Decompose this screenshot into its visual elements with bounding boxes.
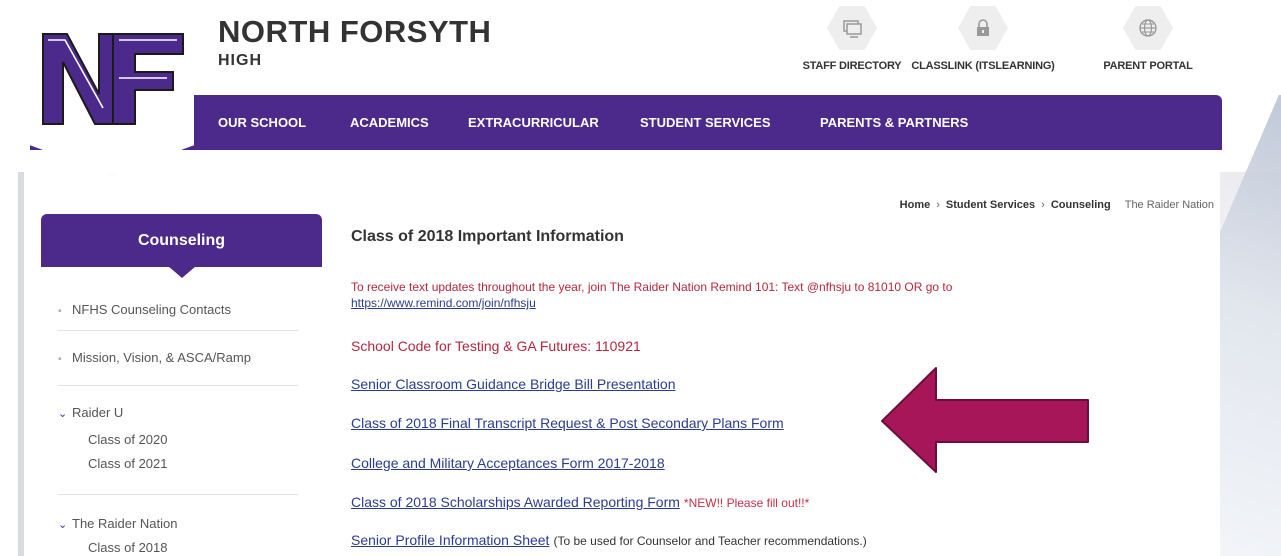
list-item: College and Military Acceptances Form 20… [351,455,665,471]
sidebar-item-label: Mission, Vision, & ASCA/Ramp [72,350,251,365]
bridge-bill-presentation-link[interactable]: Senior Classroom Guidance Bridge Bill Pr… [351,376,676,392]
annotation-arrow-icon [881,367,1089,473]
list-item: Class of 2018 Final Transcript Request &… [351,415,784,431]
nav-student-services[interactable]: STUDENT SERVICES [640,95,771,150]
breadcrumb: Home › Student Services › Counseling The Raid… [900,199,1214,211]
quick-link-parent-portal[interactable]: PARENT PORTAL [1096,4,1200,74]
directory-icon [827,6,877,50]
quick-link-label: STAFF DIRECTORY [802,60,902,72]
sidebar-divider [58,330,298,331]
sidebar-divider [58,385,298,386]
nav-parents-partners[interactable]: PARENTS & PARTNERS [820,95,968,150]
new-badge-text: *NEW!! Please fill out!!* [683,496,810,510]
sidebar-item-label: NFHS Counseling Contacts [72,302,231,317]
globe-icon [1123,6,1173,50]
sidebar-subitem-class-2020[interactable]: Class of 2020 [88,432,168,447]
scholarships-form-link[interactable]: Class of 2018 Scholarships Awarded Repor… [351,494,680,510]
school-logo[interactable] [30,10,194,175]
school-code-text: School Code for Testing & GA Futures: 11… [351,338,641,354]
breadcrumb-counseling[interactable]: Counseling [1051,199,1111,211]
quick-link-label: PARENT PORTAL [1103,60,1193,72]
lock-icon [958,6,1008,50]
quick-link-label: CLASSLINK (ITSLEARNING) [911,60,1055,72]
nav-our-school[interactable]: OUR SCHOOL [218,95,306,150]
breadcrumb-student-services[interactable]: Student Services [946,199,1035,211]
quick-link-classlink[interactable]: CLASSLINK (ITSLEARNING) [911,4,1055,74]
breadcrumb-current: The Raider Nation [1124,199,1214,211]
nav-academics[interactable]: ACADEMICS [350,95,429,150]
transcript-request-form-link[interactable]: Class of 2018 Final Transcript Request &… [351,415,784,431]
bullet-icon: • [58,306,62,317]
remind-link[interactable]: https://www.remind.com/join/nfhsju [351,296,536,310]
sidebar-item-counseling-contacts[interactable]: • NFHS Counseling Contacts [58,302,231,317]
quick-link-staff-directory[interactable]: STAFF DIRECTORY [803,4,902,74]
nf-logo-mark [42,33,184,125]
list-item: Class of 2018 Scholarships Awarded Repor… [351,494,809,510]
page-title: Class of 2018 Important Information [351,228,624,245]
sidebar-subitem-class-2021[interactable]: Class of 2021 [88,456,168,471]
chevron-down-icon: ⌄ [58,519,68,531]
remind-info-text: To receive text updates throughout the y… [351,279,1131,311]
sidebar-item-mission-vision[interactable]: • Mission, Vision, & ASCA/Ramp [58,350,251,365]
sidebar-subitem-class-2018[interactable]: Class of 2018 [88,540,168,555]
main-navigation: OUR SCHOOL ACADEMICS EXTRACURRICULAR STU… [30,95,1222,150]
acceptances-form-link[interactable]: College and Military Acceptances Form 20… [351,455,665,471]
school-name: NORTH FORSYTH [218,14,492,49]
school-subtitle: HIGH [218,52,262,69]
intro-text: To receive text updates throughout the y… [351,280,953,294]
chevron-down-icon: ⌄ [58,408,68,420]
nav-extracurricular[interactable]: EXTRACURRICULAR [468,95,599,150]
bullet-icon: • [58,354,62,365]
sidebar-item-label: The Raider Nation [72,516,178,531]
breadcrumb-separator: › [936,199,940,211]
sidebar-title: Counseling [41,214,322,267]
breadcrumb-home[interactable]: Home [900,199,931,211]
list-item: Senior Profile Information Sheet (To be u… [351,532,867,548]
list-item: Senior Classroom Guidance Bridge Bill Pr… [351,376,676,392]
breadcrumb-separator: › [1041,199,1045,211]
senior-profile-note: (To be used for Counselor and Teacher re… [553,534,867,548]
sidebar-item-label: Raider U [72,405,124,420]
sidebar-item-raider-u[interactable]: ⌄ Raider U [58,405,123,420]
sidebar-divider [58,494,298,495]
sidebar-item-raider-nation[interactable]: ⌄ The Raider Nation [58,516,178,531]
sidebar-title-notch [168,266,196,278]
senior-profile-sheet-link[interactable]: Senior Profile Information Sheet [351,532,549,548]
